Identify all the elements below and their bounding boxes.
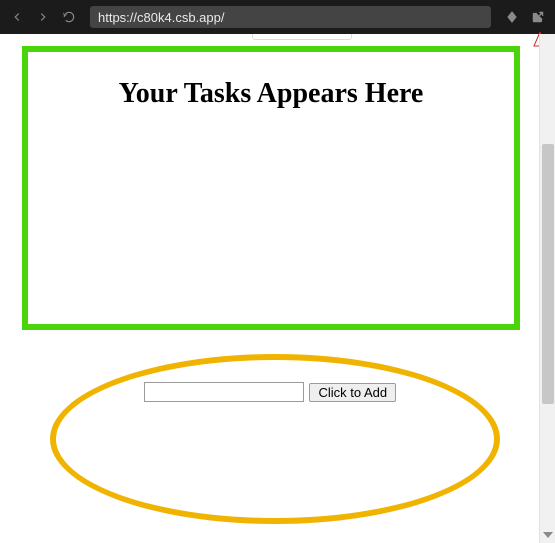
scroll-thumb[interactable] — [542, 144, 554, 404]
add-task-form: Click to Add — [0, 382, 540, 402]
back-button[interactable] — [6, 6, 28, 28]
tab-handle — [252, 34, 352, 40]
reload-icon — [62, 10, 76, 24]
forward-button[interactable] — [32, 6, 54, 28]
scroll-down-arrow[interactable] — [540, 527, 555, 543]
vertical-scrollbar[interactable] — [539, 34, 555, 543]
codesandbox-icon[interactable] — [501, 6, 523, 28]
add-task-button[interactable]: Click to Add — [309, 383, 396, 402]
browser-chrome — [0, 0, 555, 34]
address-bar[interactable] — [90, 6, 491, 28]
chevron-left-icon — [10, 10, 24, 24]
task-input[interactable] — [144, 382, 304, 402]
open-external-icon[interactable] — [527, 6, 549, 28]
input-highlight-ellipse — [50, 354, 500, 524]
page-viewport: Your Tasks Appears Here Click to Add — [0, 34, 555, 543]
reload-button[interactable] — [58, 6, 80, 28]
tasks-heading: Your Tasks Appears Here — [28, 78, 514, 110]
tasks-display-box: Your Tasks Appears Here — [22, 46, 520, 330]
chevron-right-icon — [36, 10, 50, 24]
